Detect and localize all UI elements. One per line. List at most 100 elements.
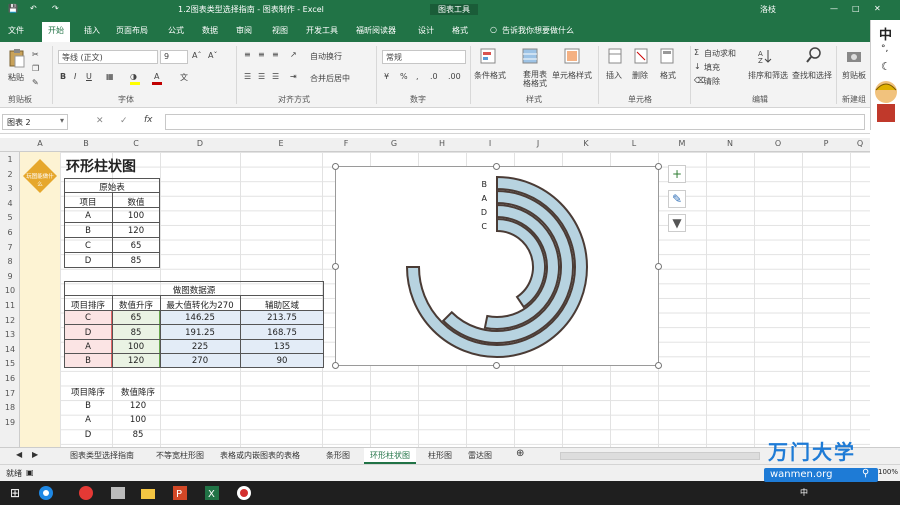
table-cell[interactable]: 100: [112, 342, 160, 352]
comma-icon[interactable]: ,: [416, 72, 419, 81]
col-header[interactable]: J: [514, 139, 562, 148]
row-header[interactable]: 3: [0, 184, 20, 193]
autosum-button[interactable]: 自动求和: [704, 48, 736, 59]
table-header[interactable]: 项目排序: [64, 299, 112, 311]
app-icon[interactable]: [78, 485, 94, 501]
row-header[interactable]: 18: [0, 403, 20, 412]
fill-icon[interactable]: ↓: [694, 62, 701, 71]
font-size-select[interactable]: 9: [160, 50, 188, 64]
sheet-tab[interactable]: 雷达图: [468, 450, 492, 461]
row-header[interactable]: 14: [0, 345, 20, 354]
col-header[interactable]: E: [240, 139, 322, 148]
sheet-tab[interactable]: 条形图: [326, 450, 350, 461]
table-cell[interactable]: D: [64, 430, 112, 440]
tab-developer[interactable]: 开发工具: [306, 25, 338, 36]
row-header[interactable]: 13: [0, 330, 20, 339]
col-header[interactable]: F: [322, 139, 370, 148]
enter-icon[interactable]: ✓: [120, 116, 128, 126]
sheet-tab[interactable]: 图表类型选择指南: [70, 450, 134, 461]
find-icon[interactable]: [806, 47, 822, 63]
align-center-icon[interactable]: ☰: [258, 72, 265, 81]
table-cell[interactable]: D: [64, 328, 112, 338]
border-icon[interactable]: ▦: [106, 72, 114, 81]
zoom-level[interactable]: 100%: [878, 468, 898, 476]
tab-foxit[interactable]: 福昕阅读器: [356, 25, 396, 36]
percent-icon[interactable]: %: [400, 72, 408, 81]
scroll-left-icon[interactable]: ◀: [16, 450, 22, 459]
resize-handle[interactable]: [655, 163, 662, 170]
category-label[interactable]: D: [481, 208, 487, 217]
table-cell[interactable]: 100: [112, 211, 160, 221]
excel-icon[interactable]: X: [204, 485, 220, 501]
tab-review[interactable]: 审阅: [236, 25, 252, 36]
cut-icon[interactable]: ✂: [32, 50, 39, 59]
resize-handle[interactable]: [655, 263, 662, 270]
tab-page-layout[interactable]: 页面布局: [116, 25, 148, 36]
table-cell[interactable]: 168.75: [240, 328, 324, 338]
name-box[interactable]: 图表 2: [2, 114, 68, 130]
ring-bar-chart[interactable]: BADC: [336, 167, 658, 365]
table-cell[interactable]: A: [64, 211, 112, 221]
format-table-icon[interactable]: [522, 48, 538, 64]
record-icon[interactable]: [236, 485, 252, 501]
formula-input[interactable]: [165, 114, 865, 130]
align-bottom-icon[interactable]: ≡: [272, 50, 279, 59]
font-name-select[interactable]: 等线 (正文): [58, 50, 158, 64]
col-header[interactable]: Q: [850, 139, 870, 148]
row-header[interactable]: 4: [0, 199, 20, 208]
clear-button[interactable]: 清除: [704, 76, 720, 87]
ime-language[interactable]: 中: [879, 24, 892, 43]
tab-insert[interactable]: 插入: [84, 25, 100, 36]
table-header[interactable]: 项目降序: [64, 386, 112, 398]
chart-elements-button[interactable]: +: [668, 165, 686, 183]
restore-icon[interactable]: □: [852, 4, 860, 13]
merge-center-button[interactable]: 合并后居中: [310, 73, 350, 84]
shrink-font-icon[interactable]: Aˇ: [208, 51, 217, 60]
tab-design[interactable]: 设计: [418, 25, 434, 36]
resize-handle[interactable]: [332, 263, 339, 270]
save-icon[interactable]: 💾: [8, 4, 18, 13]
close-icon[interactable]: ✕: [874, 4, 881, 13]
fill-color-icon[interactable]: ◑: [130, 72, 137, 81]
italic-icon[interactable]: I: [74, 72, 76, 81]
underline-icon[interactable]: U: [86, 72, 92, 81]
table-cell[interactable]: 270: [160, 356, 240, 366]
camera-icon[interactable]: [846, 48, 862, 64]
redo-icon[interactable]: ↷: [52, 4, 59, 13]
resize-handle[interactable]: [493, 362, 500, 369]
conditional-format-button[interactable]: 条件格式: [474, 70, 506, 81]
table-header[interactable]: 最大值转化为270: [160, 299, 240, 311]
table-cell[interactable]: 146.25: [160, 313, 240, 323]
table-cell[interactable]: B: [64, 401, 112, 411]
table-cell[interactable]: 85: [112, 256, 160, 266]
conditional-format-icon[interactable]: [480, 48, 496, 64]
row-header[interactable]: 19: [0, 418, 20, 427]
sheet-tab-active[interactable]: 环形柱状图: [364, 448, 416, 464]
table-cell[interactable]: 135: [240, 342, 324, 352]
row-header[interactable]: 6: [0, 228, 20, 237]
undo-icon[interactable]: ↶: [30, 4, 37, 13]
folder-icon[interactable]: [140, 485, 156, 501]
name-box-dropdown-icon[interactable]: ▾: [60, 116, 64, 125]
powerpoint-icon[interactable]: P: [172, 485, 188, 501]
col-header[interactable]: A: [20, 139, 60, 148]
align-right-icon[interactable]: ☰: [272, 72, 279, 81]
row-header[interactable]: 10: [0, 286, 20, 295]
table-cell[interactable]: A: [64, 342, 112, 352]
format-button[interactable]: 格式: [660, 70, 676, 81]
col-header[interactable]: C: [112, 139, 160, 148]
horizontal-scrollbar[interactable]: [560, 452, 760, 460]
cancel-icon[interactable]: ✕: [96, 116, 104, 126]
col-header[interactable]: P: [802, 139, 850, 148]
align-top-icon[interactable]: ≡: [244, 50, 251, 59]
chart-area[interactable]: BADC: [335, 166, 659, 366]
sort-filter-button[interactable]: 排序和筛选: [748, 70, 788, 81]
scroll-right-icon[interactable]: ▶: [32, 450, 38, 459]
resize-handle[interactable]: [493, 163, 500, 170]
row-header[interactable]: 11: [0, 301, 20, 310]
table-cell[interactable]: 213.75: [240, 313, 324, 323]
row-header[interactable]: 8: [0, 257, 20, 266]
table-caption[interactable]: 做图数据源: [64, 284, 324, 296]
bold-icon[interactable]: B: [60, 72, 66, 81]
row-header[interactable]: 12: [0, 316, 20, 325]
